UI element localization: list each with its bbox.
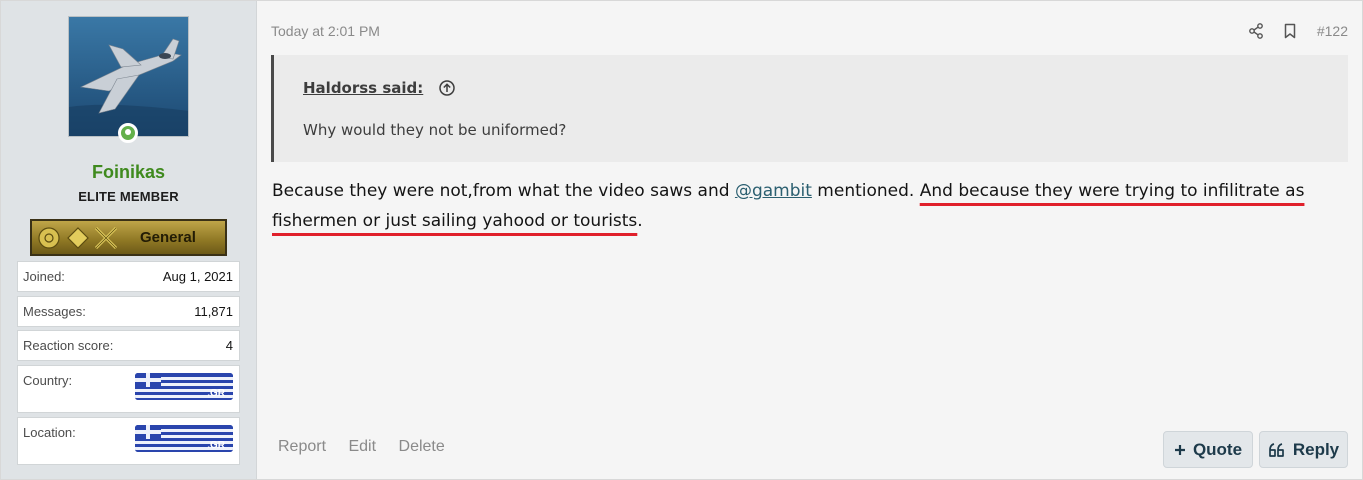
forum-post: Foinikas ELITE MEMBER General Joined: Au… — [0, 0, 1363, 480]
plus-icon — [1174, 444, 1185, 455]
greece-flag-icon: .GR — [135, 373, 233, 400]
quote-button[interactable]: Quote — [1163, 431, 1253, 468]
stat-location: Location: .GR — [17, 417, 240, 465]
stat-label: Reaction score: — [23, 338, 114, 353]
quote-marks-icon — [1268, 442, 1284, 457]
reply-button-label: Reply — [1292, 439, 1340, 459]
stat-messages: Messages: 11,871 — [17, 296, 240, 327]
quote-text: Why would they not be uniformed? — [303, 121, 567, 139]
stat-country: Country: .GR — [17, 365, 240, 413]
rank-banner: General — [30, 219, 227, 256]
stat-reaction-score: Reaction score: 4 — [17, 330, 240, 361]
stat-label: Messages: — [23, 304, 86, 319]
post-tools: #122 — [1248, 21, 1348, 41]
quote-block: Haldorss said: Why would they not be uni… — [271, 55, 1348, 162]
flag-label: .GR — [207, 388, 225, 399]
stat-label: Location: — [23, 425, 76, 440]
post-number-link[interactable]: #122 — [1317, 23, 1348, 39]
avatar-jet-image — [69, 17, 188, 136]
stat-value: Aug 1, 2021 — [162, 269, 233, 284]
quote-author-link[interactable]: Haldorss said: — [303, 79, 423, 97]
greece-flag-icon: .GR — [135, 425, 233, 452]
delete-link[interactable]: Delete — [399, 438, 445, 455]
message-text: mentioned. — [811, 181, 920, 201]
message-text: Because they were not,from what the vide… — [272, 181, 735, 201]
stat-value: 4 — [225, 338, 233, 353]
user-title: ELITE MEMBER — [78, 189, 179, 204]
quote-button-label: Quote — [1192, 439, 1243, 459]
avatar[interactable] — [68, 16, 189, 137]
flag-label: .GR — [207, 440, 225, 451]
report-link[interactable]: Report — [278, 438, 326, 455]
user-sidebar: Foinikas ELITE MEMBER General Joined: Au… — [1, 1, 257, 479]
arrow-up-circle-icon[interactable] — [438, 79, 456, 97]
stat-label: Joined: — [23, 269, 65, 284]
post-message: Because they were not,from what the vide… — [272, 176, 1332, 236]
rank-insignia-icon — [38, 226, 118, 250]
post-actions: Report Edit Delete — [278, 438, 463, 456]
stat-label: Country: — [23, 373, 73, 388]
post-main: Today at 2:01 PM #122 Haldorss said: Why… — [257, 1, 1362, 479]
share-icon[interactable] — [1248, 23, 1264, 39]
user-mention-link[interactable]: @gambit — [735, 181, 812, 201]
username[interactable]: Foinikas — [1, 162, 256, 183]
reply-button[interactable]: Reply — [1259, 431, 1348, 468]
online-status-icon — [118, 123, 138, 143]
edit-link[interactable]: Edit — [348, 438, 376, 455]
stat-value: 11,871 — [194, 304, 233, 319]
message-text: . — [637, 211, 643, 231]
post-timestamp[interactable]: Today at 2:01 PM — [271, 23, 380, 39]
stat-joined: Joined: Aug 1, 2021 — [17, 261, 240, 292]
rank-label: General — [140, 229, 196, 246]
bookmark-icon[interactable] — [1282, 23, 1298, 39]
